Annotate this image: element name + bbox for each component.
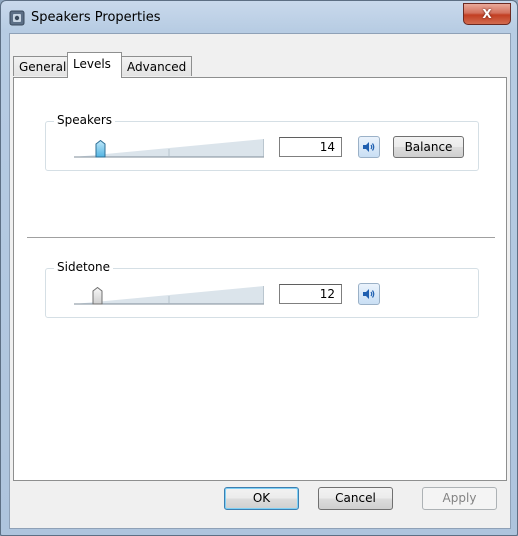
tab-general-label: General: [19, 60, 67, 74]
sidetone-level-input[interactable]: 12: [279, 284, 342, 304]
cancel-button[interactable]: Cancel: [318, 487, 393, 510]
sidetone-volume-slider[interactable]: [74, 283, 264, 307]
window-title: Speakers Properties: [31, 10, 161, 25]
ok-button[interactable]: OK: [224, 487, 299, 510]
sidetone-group: Sidetone 12: [45, 260, 479, 318]
speakers-volume-slider[interactable]: [74, 136, 264, 160]
close-icon: X: [482, 7, 492, 21]
separator-line: [27, 237, 495, 238]
speakers-level-input[interactable]: 14: [279, 137, 342, 157]
sidetone-slider-thumb[interactable]: [92, 287, 103, 305]
speaker-icon: [363, 142, 375, 152]
dialog-client-area: General Levels Advanced Speakers 14 Bala…: [9, 33, 511, 529]
tab-advanced[interactable]: Advanced: [121, 56, 192, 76]
speakers-slider-thumb[interactable]: [95, 140, 106, 158]
tab-general[interactable]: General: [13, 56, 68, 76]
speaker-icon: [363, 289, 375, 299]
dialog-window: Speakers Properties X General Levels Adv…: [0, 0, 518, 536]
sidetone-mute-button[interactable]: [358, 283, 380, 305]
close-button[interactable]: X: [463, 3, 511, 25]
sidetone-label: Sidetone: [54, 260, 113, 274]
speakers-label: Speakers: [54, 113, 116, 127]
apply-button[interactable]: Apply: [422, 487, 497, 510]
balance-button[interactable]: Balance: [393, 136, 464, 158]
speakers-group: Speakers 14 Balance: [45, 113, 479, 171]
tab-advanced-label: Advanced: [127, 60, 187, 74]
title-bar[interactable]: Speakers Properties X: [1, 1, 517, 35]
tab-levels[interactable]: Levels: [67, 52, 122, 78]
speakers-mute-button[interactable]: [358, 136, 380, 158]
levels-panel: Speakers 14 Balance Sidetone 12: [13, 77, 507, 481]
tab-levels-label: Levels: [73, 57, 111, 71]
speaker-properties-icon: [9, 10, 25, 26]
